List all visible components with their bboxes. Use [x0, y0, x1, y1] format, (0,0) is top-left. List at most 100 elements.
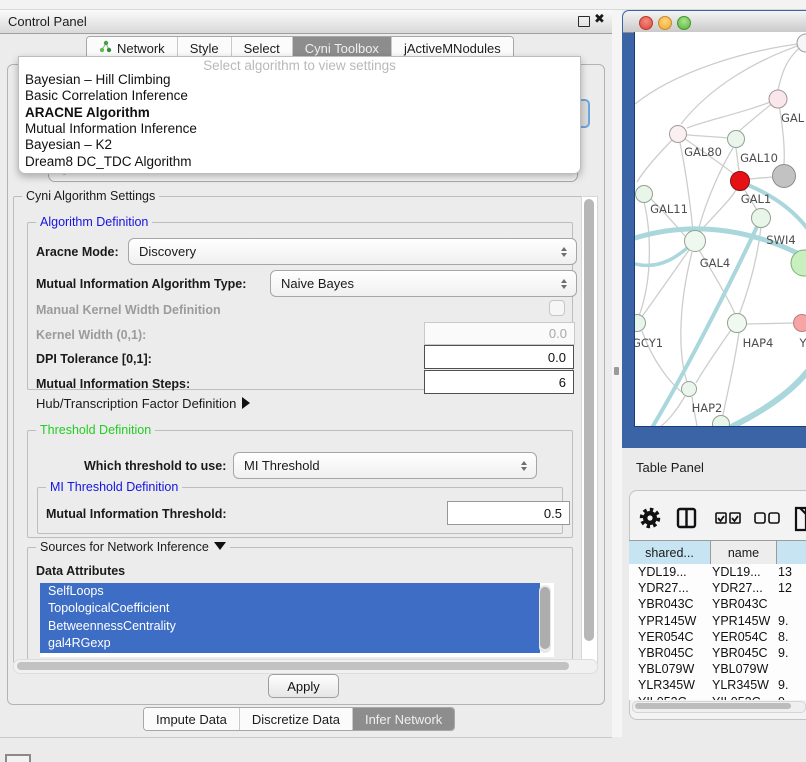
- column-header-shared[interactable]: shared...: [629, 541, 711, 564]
- node-label: HAP4: [743, 336, 774, 350]
- expanded-arrow-icon: [214, 542, 226, 550]
- node-gal-pink[interactable]: [769, 90, 787, 108]
- columns-icon[interactable]: [678, 509, 695, 527]
- manual-kernel-width-label: Manual Kernel Width Definition: [36, 303, 221, 317]
- node-gal80[interactable]: [670, 126, 687, 143]
- node-left-green[interactable]: [636, 186, 653, 203]
- mi-algorithm-type-combo[interactable]: Naive Bayes: [270, 270, 577, 297]
- tab-impute-data[interactable]: Impute Data: [144, 708, 240, 730]
- node-label: Y: [798, 336, 806, 350]
- attribute-item-selected[interactable]: SelfLoops: [40, 583, 540, 600]
- gear-icon[interactable]: [642, 510, 659, 527]
- node-label: GAL11: [650, 202, 688, 216]
- table-hscroll-thumb[interactable]: [635, 703, 791, 709]
- minimize-traffic-light-icon[interactable]: [658, 16, 672, 30]
- network-canvas[interactable]: GAL GAL80 GAL10 GAL1 GAL11 GAL4 SWI4 GCY…: [634, 32, 806, 426]
- aracne-mode-combo[interactable]: Discovery: [128, 238, 577, 265]
- zoom-traffic-light-icon[interactable]: [677, 16, 691, 30]
- node-label: GAL4: [700, 256, 731, 270]
- mi-threshold-field[interactable]: 0.5: [447, 501, 570, 525]
- network-edges-teal: [635, 182, 806, 426]
- column-header-name[interactable]: name: [711, 541, 777, 564]
- node-gal4[interactable]: [685, 231, 706, 252]
- node-gal1-selected-red[interactable]: [731, 172, 750, 191]
- attribute-item-selected[interactable]: TopologicalCoefficient: [40, 600, 540, 617]
- which-threshold-combo[interactable]: MI Threshold: [233, 452, 537, 479]
- deselect-all-checkboxes-icon[interactable]: [755, 513, 779, 523]
- tab-discretize-data[interactable]: Discretize Data: [240, 708, 353, 730]
- table-row[interactable]: YDR27...YDR27...12: [629, 580, 806, 596]
- column-header-partial[interactable]: [777, 541, 806, 564]
- page-icon[interactable]: [796, 508, 806, 530]
- app-top-strip: [0, 0, 806, 10]
- node-label: GAL1: [741, 192, 772, 206]
- spinner-arrows-icon: [561, 279, 567, 289]
- float-window-icon[interactable]: [578, 16, 590, 27]
- settings-horizontal-scrollbar[interactable]: [13, 659, 598, 674]
- node-gcy1[interactable]: [635, 315, 646, 332]
- select-all-checkboxes-icon[interactable]: [716, 513, 740, 523]
- table-row[interactable]: YDL19...YDL19...13: [629, 564, 806, 580]
- table-row[interactable]: YPR145WYPR145W9.: [629, 613, 806, 629]
- mi-steps-label: Mutual Information Steps:: [36, 377, 190, 391]
- data-attributes-list: SelfLoops TopologicalCoefficient Between…: [40, 583, 554, 657]
- minimized-panel-icon[interactable]: [5, 754, 31, 762]
- table-body: YDL19...YDL19...13 YDR27...YDR27...12 YB…: [629, 564, 806, 700]
- mi-steps-field[interactable]: 6: [424, 370, 574, 394]
- mi-threshold-definition-title: MI Threshold Definition: [46, 480, 182, 494]
- kernel-width-field[interactable]: 0.0: [424, 322, 575, 345]
- attribute-list-scrollbar[interactable]: [539, 585, 551, 653]
- sources-group-title[interactable]: Sources for Network Inference: [36, 540, 230, 554]
- cyni-settings-group-title: Cyni Algorithm Settings: [22, 189, 159, 203]
- hub-tf-definition-toggle[interactable]: Hub/Transcription Factor Definition: [36, 396, 250, 411]
- table-row[interactable]: YBL079WYBL079W: [629, 661, 806, 677]
- table-header-row: shared... name: [629, 540, 806, 565]
- algorithm-option[interactable]: Bayesian – K2: [25, 137, 112, 153]
- close-icon[interactable]: ✖: [594, 11, 605, 27]
- control-panel-bottom-edge: [0, 737, 612, 738]
- vertical-scroll-thumb[interactable]: [584, 199, 594, 641]
- node-gray[interactable]: [773, 165, 796, 188]
- table-horizontal-scrollbar[interactable]: [632, 701, 806, 713]
- tab-infer-network[interactable]: Infer Network: [353, 708, 454, 730]
- table-row[interactable]: YIL052CYIL052C9.: [629, 694, 806, 701]
- algorithm-option-highlighted[interactable]: ARACNE Algorithm: [25, 105, 150, 121]
- table-row[interactable]: YLR345WYLR345W9.: [629, 677, 806, 693]
- algorithm-option[interactable]: Bayesian – Hill Climbing: [25, 72, 171, 88]
- divider-handle-icon[interactable]: [614, 367, 619, 375]
- algorithm-option[interactable]: Dream8 DC_TDC Algorithm: [25, 154, 192, 170]
- node-partial-bottom[interactable]: [713, 416, 730, 427]
- algorithm-dropdown-placeholder: Select algorithm to view settings: [19, 58, 580, 73]
- mi-algorithm-type-label: Mutual Information Algorithm Type:: [36, 277, 246, 291]
- node-salmon-right[interactable]: [794, 315, 806, 332]
- table-row[interactable]: YER054CYER054C8.: [629, 629, 806, 645]
- horizontal-scroll-thumb[interactable]: [17, 662, 569, 670]
- control-panel-title: Control Panel: [8, 14, 87, 29]
- node-hap2[interactable]: [682, 382, 697, 397]
- which-threshold-label: Which threshold to use:: [84, 459, 226, 473]
- node-label: SWI4: [766, 233, 795, 247]
- settings-vertical-scrollbar[interactable]: [581, 196, 598, 664]
- spinner-arrows-icon: [521, 461, 527, 471]
- network-icon: [99, 40, 112, 56]
- table-row[interactable]: YBR043CYBR043C: [629, 596, 806, 612]
- spinner-arrows-icon: [561, 247, 567, 257]
- manual-kernel-width-checkbox[interactable]: [549, 300, 565, 316]
- attribute-item-selected[interactable]: gal4RGexp: [40, 635, 540, 652]
- algorithm-option[interactable]: Mutual Information Inference: [25, 121, 197, 137]
- node-hap4[interactable]: [728, 314, 747, 333]
- apply-button[interactable]: Apply: [268, 674, 339, 698]
- threshold-definition-title: Threshold Definition: [36, 423, 155, 437]
- dpi-tolerance-field[interactable]: 0.0: [424, 345, 574, 369]
- tab-network-label: Network: [117, 41, 165, 56]
- algorithm-dropdown-popup: Select algorithm to view settings Bayesi…: [18, 56, 581, 174]
- node-swi4[interactable]: [752, 209, 771, 228]
- node-gal10[interactable]: [728, 131, 745, 148]
- table-row[interactable]: YBR045CYBR045C9.: [629, 645, 806, 661]
- close-traffic-light-icon[interactable]: [639, 16, 653, 30]
- network-window-titlebar[interactable]: [623, 11, 806, 33]
- algorithm-option[interactable]: Basic Correlation Inference: [25, 88, 188, 104]
- node-label: GAL80: [684, 145, 722, 159]
- algorithm-definition-title: Algorithm Definition: [36, 215, 152, 229]
- attribute-item-selected[interactable]: BetweennessCentrality: [40, 618, 540, 635]
